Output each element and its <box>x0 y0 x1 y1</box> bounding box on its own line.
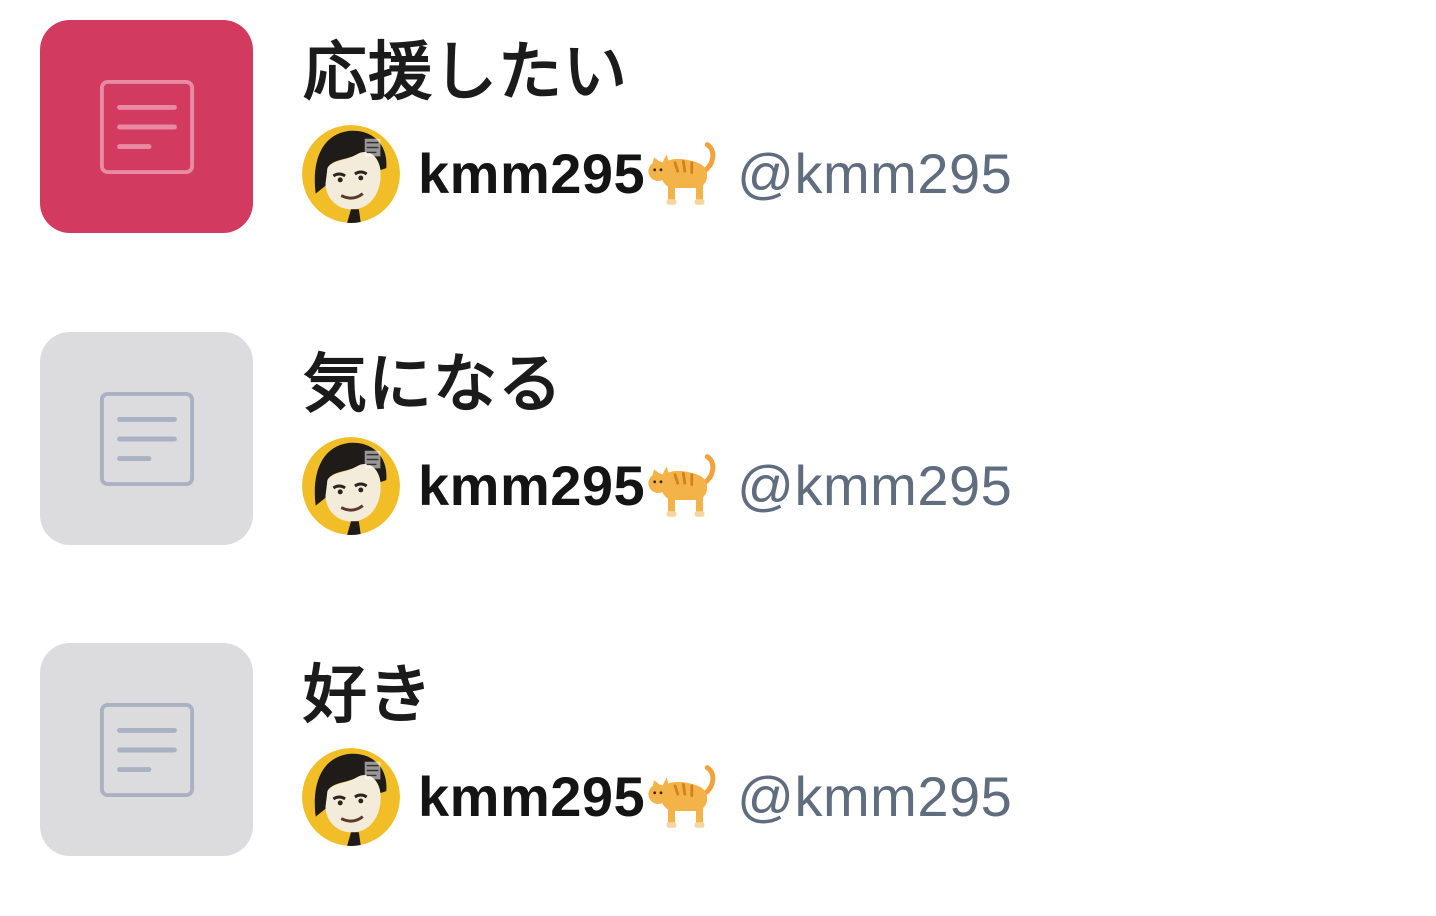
document-icon <box>98 78 196 176</box>
list-owner[interactable]: kmm295 @kmm295 <box>302 436 1012 536</box>
list-item[interactable]: 応援したい kmm295 @kmm295 <box>40 20 1400 234</box>
document-icon <box>98 701 196 799</box>
cat-icon <box>647 139 717 209</box>
owner-display-name[interactable]: kmm295 <box>418 124 645 224</box>
owner-handle[interactable]: @kmm295 <box>737 436 1012 536</box>
list-title[interactable]: 好き <box>303 651 433 741</box>
owner-display-name[interactable]: kmm295 <box>418 436 645 536</box>
avatar[interactable] <box>302 437 400 535</box>
list-thumbnail[interactable] <box>40 643 253 856</box>
list-owner[interactable]: kmm295 @kmm295 <box>302 124 1012 224</box>
document-icon <box>98 390 196 488</box>
owner-handle[interactable]: @kmm295 <box>737 124 1012 224</box>
list-owner[interactable]: kmm295 @kmm295 <box>302 747 1012 847</box>
owner-display-name[interactable]: kmm295 <box>418 747 645 847</box>
list-title[interactable]: 応援したい <box>303 28 628 118</box>
list-thumbnail[interactable] <box>40 20 253 233</box>
owner-handle[interactable]: @kmm295 <box>737 747 1012 847</box>
list-title[interactable]: 気になる <box>303 340 563 430</box>
cat-icon <box>647 762 717 832</box>
avatar[interactable] <box>302 748 400 846</box>
avatar[interactable] <box>302 125 400 223</box>
list-item[interactable]: 気になる kmm295 @kmm295 <box>40 332 1400 546</box>
list-collection: 応援したい kmm295 @kmm295 気になる kmm295 @kmm295… <box>0 0 1436 916</box>
list-item[interactable]: 好き kmm295 @kmm295 <box>40 643 1400 857</box>
list-thumbnail[interactable] <box>40 332 253 545</box>
cat-icon <box>647 451 717 521</box>
